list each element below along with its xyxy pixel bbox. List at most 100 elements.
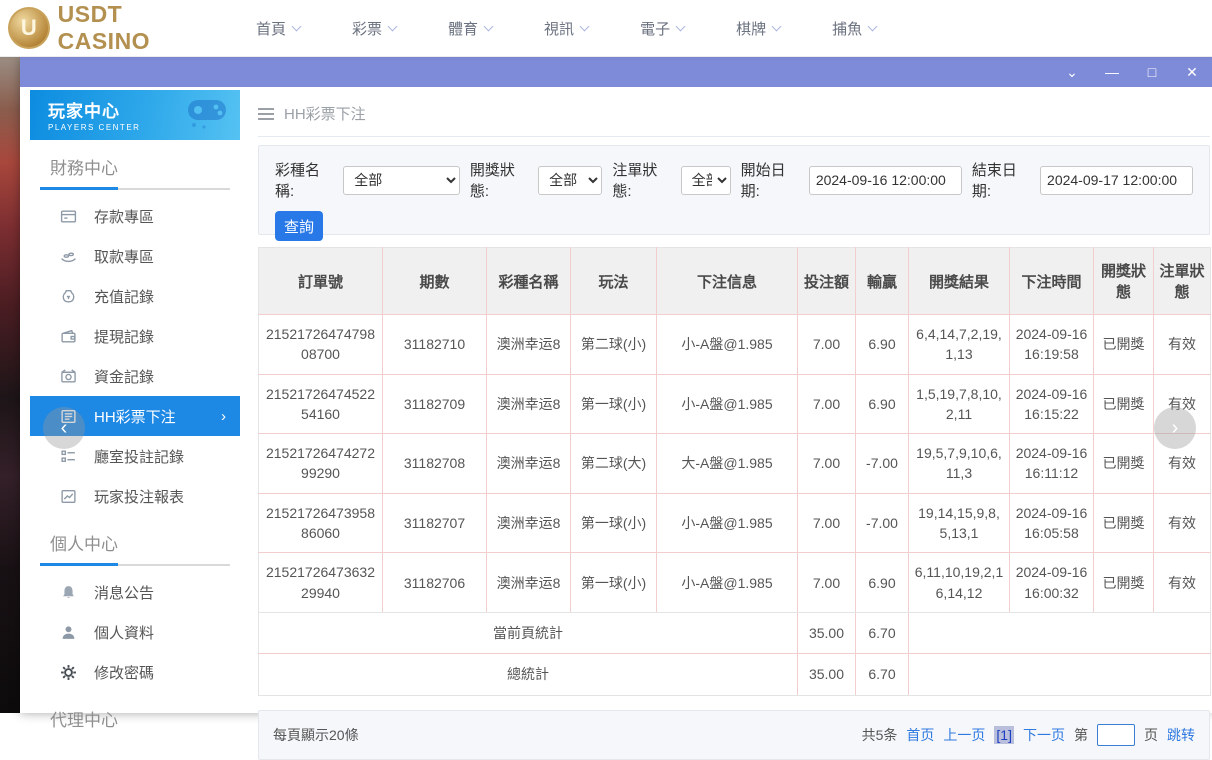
chevron-down-icon [484, 21, 494, 31]
col-draw-result: 開獎結果 [909, 248, 1010, 315]
sidebar-item-deposit[interactable]: 存款專區 [30, 196, 240, 236]
player-center-window: ⌄ — □ ✕ ‹ › 玩家中心 PLAYERS CENTER 財務中 [20, 57, 1212, 713]
nav-label: 捕魚 [832, 18, 862, 39]
sidebar-item-label: 資金記錄 [94, 366, 154, 387]
section-finance-title: 財務中心 [30, 154, 240, 179]
collapse-icon[interactable]: ⌄ [1064, 65, 1080, 79]
nav-label: 視訊 [544, 18, 574, 39]
list-icon [60, 448, 77, 465]
wallet-icon [60, 328, 77, 345]
bets-table: 訂單號 期數 彩種名稱 玩法 下注信息 投注額 輸贏 開獎結果 下注時間 開獎狀… [258, 247, 1211, 696]
nav-item-home[interactable]: 首頁 [256, 18, 300, 39]
col-period: 期數 [383, 248, 487, 315]
total-count-text: 共5条 [862, 725, 898, 745]
bet-rows: 215217264747980870031182710澳洲幸运8第二球(小)小-… [259, 315, 1211, 613]
col-draw-status: 開獎狀態 [1094, 248, 1154, 315]
section-agent-title: 代理中心 [30, 706, 240, 731]
sidebar-item-withdraw[interactable]: 取款專區 [30, 236, 240, 276]
lottery-name-label: 彩種名稱: [275, 159, 337, 201]
sidebar-item-change-password[interactable]: 修改密碼 [30, 652, 240, 692]
section-divider [40, 188, 230, 190]
sidebar-item-label: 充值記錄 [94, 286, 154, 307]
scroll-right-button[interactable]: › [1154, 407, 1196, 449]
nav-label: 彩票 [352, 18, 382, 39]
sidebar: 玩家中心 PLAYERS CENTER 財務中心 存款專區 取 [30, 87, 240, 713]
bell-icon [60, 584, 77, 601]
sidebar-item-label: 存款專區 [94, 206, 154, 227]
sidebar-item-label: 個人資料 [94, 622, 154, 643]
title-divider [258, 136, 1210, 137]
page-jump-input[interactable] [1097, 724, 1135, 746]
nav-item-video[interactable]: 視訊 [544, 18, 588, 39]
current-page-indicator[interactable]: [1] [994, 726, 1014, 744]
players-center-header: 玩家中心 PLAYERS CENTER [30, 90, 240, 140]
jump-prefix-label: 第 [1074, 725, 1088, 745]
col-bet-time: 下注時間 [1010, 248, 1094, 315]
page-size-text: 每頁顯示20條 [273, 725, 359, 745]
search-button[interactable]: 查詢 [275, 211, 323, 241]
nav-label: 電子 [640, 18, 670, 39]
nav-item-sports[interactable]: 體育 [448, 18, 492, 39]
maximize-icon[interactable]: □ [1144, 65, 1160, 79]
table-header: 訂單號 期數 彩種名稱 玩法 下注信息 投注額 輸贏 開獎結果 下注時間 開獎狀… [259, 248, 1211, 315]
order-status-select[interactable]: 全部 [681, 166, 731, 195]
filter-panel: 彩種名稱: 全部 開獎狀態: 全部 注單狀態: 全部 開始日期: 結束日期: [258, 145, 1210, 235]
sidebar-item-label: 取款專區 [94, 246, 154, 267]
sidebar-item-label: HH彩票下注 [94, 406, 176, 427]
chevron-down-icon [388, 21, 398, 31]
window-body: ‹ › 玩家中心 PLAYERS CENTER 財務中心 存款專 [20, 87, 1212, 713]
col-play: 玩法 [571, 248, 657, 315]
col-win-loss: 輸贏 [856, 248, 909, 315]
chevron-right-icon: › [221, 408, 226, 425]
nav-item-lottery[interactable]: 彩票 [352, 18, 396, 39]
top-navbar: U USDT CASINO 首頁 彩票 體育 視訊 電子 棋牌 捕魚 [0, 0, 1212, 57]
col-lottery-name: 彩種名稱 [487, 248, 571, 315]
jump-button[interactable]: 跳转 [1167, 725, 1195, 745]
close-icon[interactable]: ✕ [1184, 65, 1200, 79]
hamburger-icon[interactable] [258, 108, 274, 120]
summary-row-total: 總統計 35.00 6.70 [259, 654, 1211, 695]
sidebar-item-label: 提現記錄 [94, 326, 154, 347]
funds-icon [60, 368, 77, 385]
scroll-left-button[interactable]: ‹ [43, 407, 85, 449]
sidebar-item-recharge-record[interactable]: 充值記錄 [30, 276, 240, 316]
sidebar-item-withdraw-record[interactable]: 提現記錄 [30, 316, 240, 356]
window-titlebar: ⌄ — □ ✕ [20, 57, 1212, 87]
nav-item-boardgames[interactable]: 棋牌 [736, 18, 780, 39]
prev-page-link[interactable]: 上一页 [943, 725, 985, 745]
sidebar-item-profile[interactable]: 個人資料 [30, 612, 240, 652]
person-icon [60, 624, 77, 641]
nav-item-slots[interactable]: 電子 [640, 18, 684, 39]
table-row: 215217264736322994031182706澳洲幸运8第一球(小)小-… [259, 553, 1211, 613]
table-row: 215217264739588606031182707澳洲幸运8第一球(小)小-… [259, 493, 1211, 553]
chevron-down-icon [868, 21, 878, 31]
main-content: HH彩票下注 彩種名稱: 全部 開獎狀態: 全部 注單狀態: 全部 [240, 87, 1212, 713]
sidebar-item-funds-record[interactable]: 資金記錄 [30, 356, 240, 396]
sidebar-item-label: 廳室投註記錄 [94, 446, 184, 467]
minimize-icon[interactable]: — [1104, 65, 1120, 79]
summary-row-current-page: 當前頁統計 35.00 6.70 [259, 612, 1211, 653]
gamepad-icon [184, 96, 230, 130]
pagination-bar: 每頁顯示20條 共5条 首页 上一页 [1] 下一页 第 页 跳转 [258, 710, 1210, 760]
next-page-link[interactable]: 下一页 [1023, 725, 1065, 745]
draw-status-select[interactable]: 全部 [538, 166, 602, 195]
nav-item-fishing[interactable]: 捕魚 [832, 18, 876, 39]
first-page-link[interactable]: 首页 [906, 725, 934, 745]
table-row: 215217264747980870031182710澳洲幸运8第二球(小)小-… [259, 315, 1211, 375]
background-photo [0, 57, 21, 713]
gear-icon [60, 664, 77, 681]
start-date-input[interactable] [809, 166, 962, 195]
jump-suffix-label: 页 [1144, 725, 1158, 745]
withdraw-hand-icon [60, 248, 77, 265]
nav-label: 首頁 [256, 18, 286, 39]
brand[interactable]: U USDT CASINO [8, 1, 220, 55]
sidebar-item-announcements[interactable]: 消息公告 [30, 572, 240, 612]
end-date-label: 結束日期: [972, 159, 1034, 201]
start-date-label: 開始日期: [741, 159, 803, 201]
lottery-select[interactable]: 全部 [343, 166, 460, 195]
section-divider [40, 564, 230, 566]
chevron-down-icon [580, 21, 590, 31]
sidebar-item-player-bet-report[interactable]: 玩家投注報表 [30, 476, 240, 516]
end-date-input[interactable] [1040, 166, 1193, 195]
usdt-logo-icon: U [8, 7, 50, 49]
